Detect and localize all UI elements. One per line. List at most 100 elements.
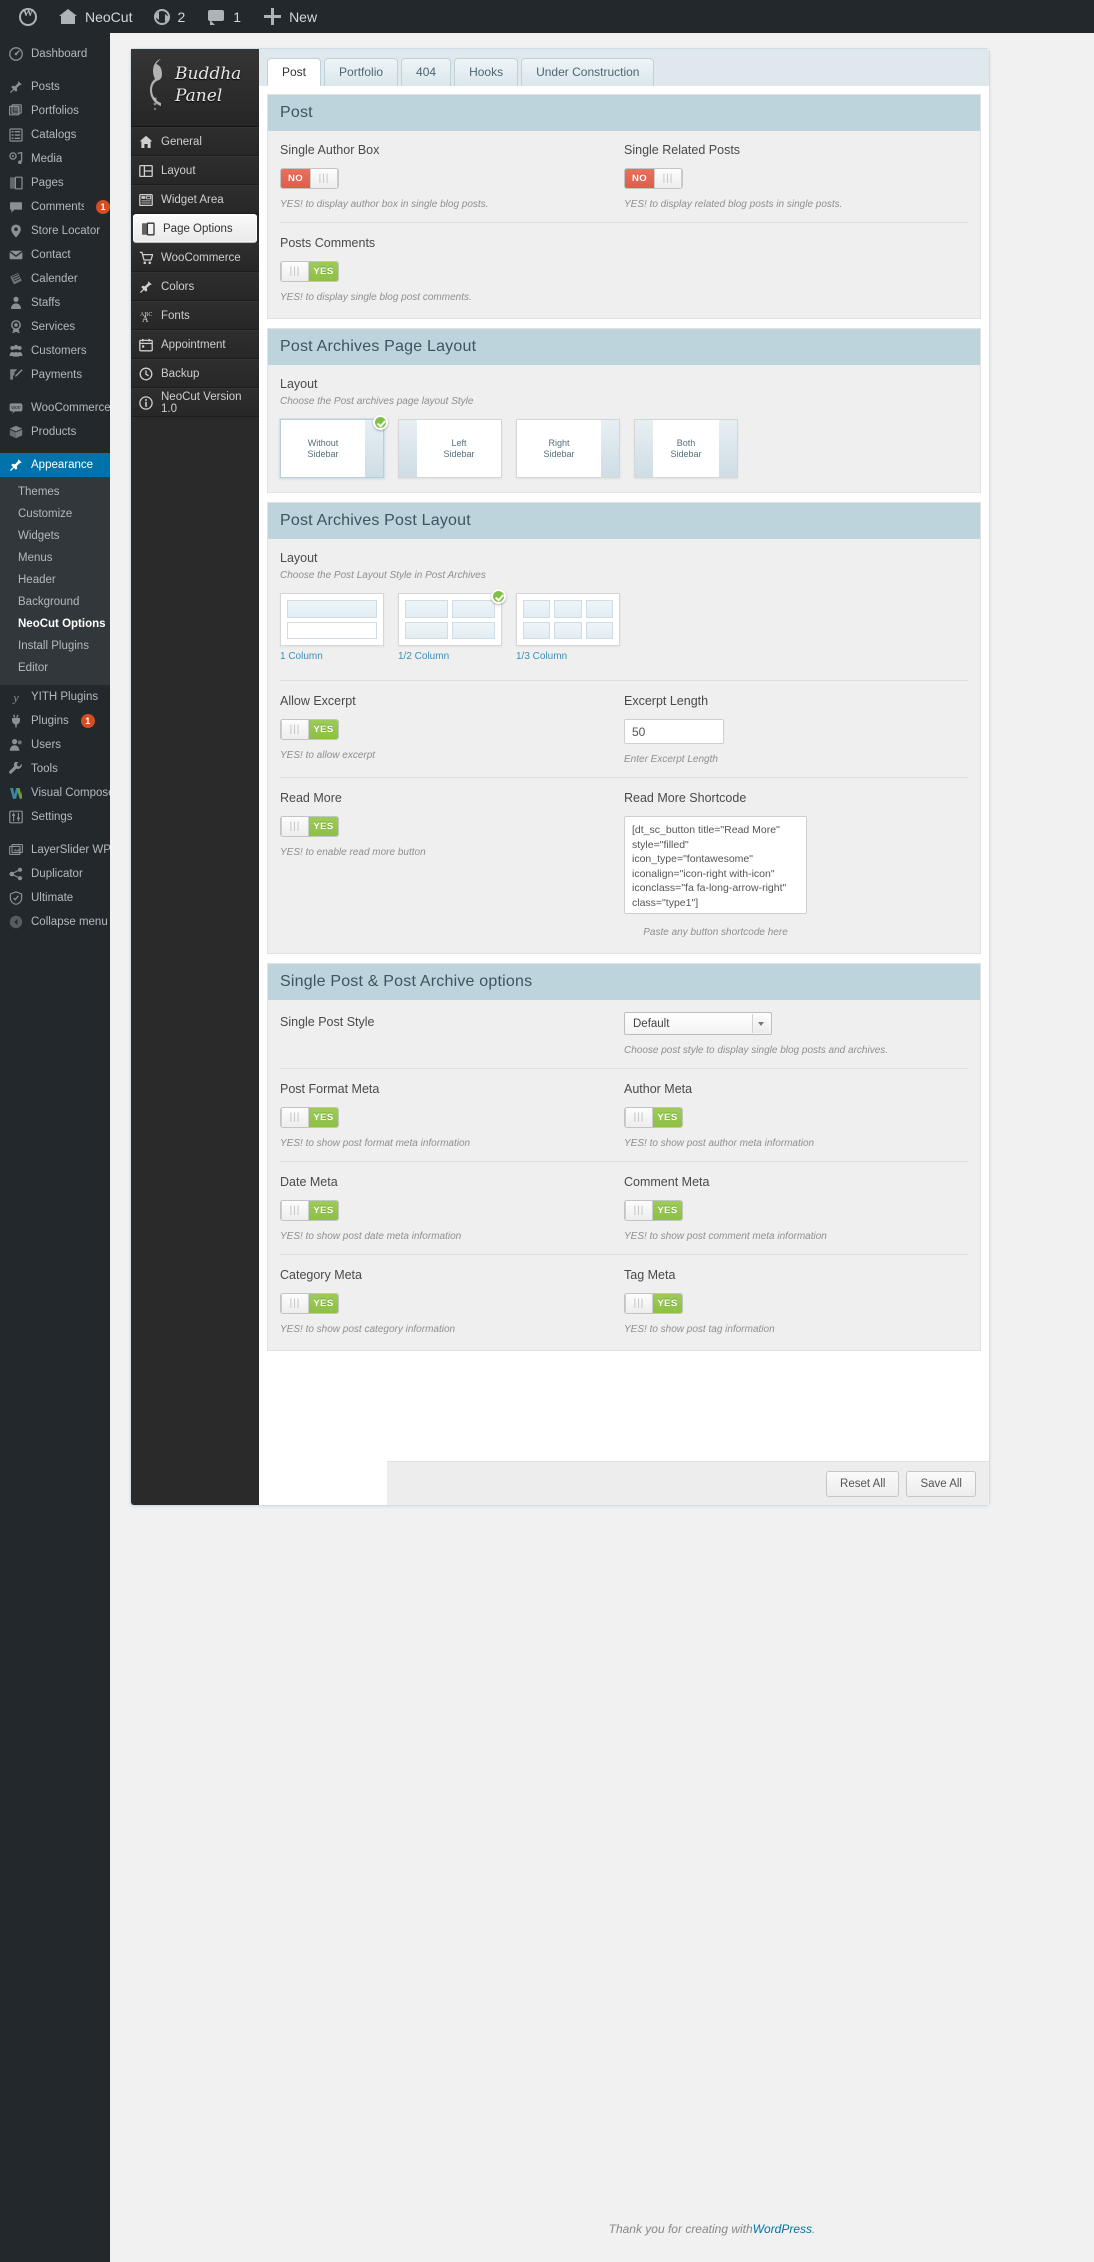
- post-column-option-caption[interactable]: 1 Column: [280, 651, 384, 662]
- tab-404[interactable]: 404: [401, 58, 452, 86]
- field-single-author-box: Single Author Box NO ||| YES! to display…: [280, 143, 624, 211]
- tag-meta-toggle[interactable]: ||| YES: [624, 1293, 683, 1314]
- sidebar-item-payments[interactable]: Payments: [0, 363, 110, 387]
- panel-nav-widget-area[interactable]: Widget Area: [131, 185, 259, 214]
- submenu-item-widgets[interactable]: Widgets: [0, 525, 110, 547]
- adminbar-updates[interactable]: 2: [143, 0, 196, 33]
- admin-menu-top-group: Dashboard Posts Portfolios Catalogs Media Pag…: [0, 42, 110, 444]
- panel-nav-appointment[interactable]: Appointment: [131, 330, 259, 359]
- excerpt-length-input[interactable]: [624, 719, 724, 744]
- submenu-item-editor[interactable]: Editor: [0, 657, 110, 679]
- save-all-button[interactable]: Save All: [906, 1470, 976, 1497]
- toggle-handle[interactable]: |||: [310, 169, 338, 188]
- single-author-box-desc: YES! to display author box in single blo…: [280, 199, 489, 210]
- panel-nav-backup[interactable]: Backup: [131, 359, 259, 388]
- adminbar-comments[interactable]: 1: [196, 0, 252, 33]
- read-more-shortcode-textarea[interactable]: [624, 816, 807, 914]
- backup-icon: [139, 367, 153, 381]
- toggle-handle[interactable]: |||: [625, 1294, 653, 1313]
- sidebar-item-customers[interactable]: Customers: [0, 339, 110, 363]
- single-author-box-toggle[interactable]: NO |||: [280, 168, 339, 189]
- allow-excerpt-toggle[interactable]: ||| YES: [280, 719, 339, 740]
- panel-nav-page-options[interactable]: Page Options: [133, 214, 257, 243]
- submenu-item-customize[interactable]: Customize: [0, 503, 110, 525]
- toggle-handle[interactable]: |||: [281, 1294, 309, 1313]
- panel-nav-colors[interactable]: Colors: [131, 272, 259, 301]
- sidebar-item-ultimate[interactable]: Ultimate: [0, 886, 110, 910]
- sidebar-item-comments[interactable]: Comments 1: [0, 195, 110, 219]
- panel-nav-neocut-version-1-0[interactable]: NeoCut Version 1.0: [131, 388, 259, 417]
- sidebar-item-plugins[interactable]: Plugins 1: [0, 709, 110, 733]
- tab-post[interactable]: Post: [267, 58, 322, 87]
- tab-portfolio[interactable]: Portfolio: [324, 58, 399, 86]
- toggle-handle[interactable]: |||: [625, 1108, 653, 1127]
- reset-all-button[interactable]: Reset All: [826, 1470, 900, 1497]
- category-meta-toggle[interactable]: ||| YES: [280, 1293, 339, 1314]
- sidebar-item-visual-composer[interactable]: Visual Composer: [0, 781, 110, 805]
- submenu-item-themes[interactable]: Themes: [0, 481, 110, 503]
- toggle-handle[interactable]: |||: [281, 1108, 309, 1127]
- submenu-item-menus[interactable]: Menus: [0, 547, 110, 569]
- toggle-handle[interactable]: |||: [625, 1201, 653, 1220]
- single-related-posts-toggle[interactable]: NO |||: [624, 168, 683, 189]
- tab-hooks[interactable]: Hooks: [454, 58, 519, 86]
- toggle-handle[interactable]: |||: [654, 169, 682, 188]
- sidebar-item-tools[interactable]: Tools: [0, 757, 110, 781]
- adminbar-new-content[interactable]: New: [252, 0, 328, 33]
- submenu-item-header[interactable]: Header: [0, 569, 110, 591]
- sidebar-item-posts[interactable]: Posts: [0, 75, 110, 99]
- toggle-handle[interactable]: |||: [281, 1201, 309, 1220]
- single-post-style-select[interactable]: Default: [624, 1012, 772, 1035]
- sidebar-item-yith-plugins[interactable]: y YITH Plugins: [0, 685, 110, 709]
- adminbar-site-name[interactable]: NeoCut: [48, 0, 143, 33]
- panel-nav-fonts[interactable]: ABC A Fonts: [131, 301, 259, 330]
- sidebar-item-store-locator[interactable]: Store Locator: [0, 219, 110, 243]
- media-icon: [9, 152, 23, 166]
- submenu-item-neocut-options[interactable]: NeoCut Options: [0, 613, 110, 635]
- date-meta-toggle[interactable]: ||| YES: [280, 1200, 339, 1221]
- posts-comments-toggle[interactable]: ||| YES: [280, 261, 339, 282]
- sidebar-item-layerslider-wp[interactable]: LayerSlider WP: [0, 838, 110, 862]
- page-layout-option-both-sidebar[interactable]: Both Sidebar: [634, 419, 738, 478]
- sidebar-item-pages[interactable]: Pages: [0, 171, 110, 195]
- read-more-toggle[interactable]: ||| YES: [280, 816, 339, 837]
- post-column-option-2[interactable]: [398, 589, 506, 646]
- page-layout-option-right-sidebar[interactable]: Right Sidebar: [516, 419, 620, 478]
- sidebar-item-users[interactable]: Users: [0, 733, 110, 757]
- sidebar-item-woocommerce[interactable]: woo WooCommerce: [0, 396, 110, 420]
- panel-nav-woocommerce[interactable]: WooCommerce: [131, 243, 259, 272]
- sidebar-item-portfolios[interactable]: Portfolios: [0, 99, 110, 123]
- sidebar-item-appearance[interactable]: Appearance: [0, 453, 110, 477]
- sidebar-item-staffs[interactable]: Staffs: [0, 291, 110, 315]
- submenu-item-background[interactable]: Background: [0, 591, 110, 613]
- sidebar-item-media[interactable]: Media: [0, 147, 110, 171]
- wordpress-link[interactable]: WordPress: [753, 2222, 812, 2236]
- sidebar-item-duplicator[interactable]: Duplicator: [0, 862, 110, 886]
- sidebar-item-products[interactable]: Products: [0, 420, 110, 444]
- panel-nav-layout[interactable]: Layout: [131, 156, 259, 185]
- page-layout-option-without-sidebar[interactable]: Without Sidebar: [280, 415, 388, 478]
- page-layout-option-left-sidebar[interactable]: Left Sidebar: [398, 419, 502, 478]
- post-column-option-caption[interactable]: 1/2 Column: [398, 651, 502, 662]
- comment-meta-toggle[interactable]: ||| YES: [624, 1200, 683, 1221]
- post-column-option-3[interactable]: [516, 593, 620, 646]
- sidebar-item-calender[interactable]: Calender: [0, 267, 110, 291]
- sidebar-item-catalogs[interactable]: Catalogs: [0, 123, 110, 147]
- toggle-handle[interactable]: |||: [281, 817, 309, 836]
- submenu-item-install-plugins[interactable]: Install Plugins: [0, 635, 110, 657]
- post-format-meta-toggle[interactable]: ||| YES: [280, 1107, 339, 1128]
- sidebar-item-contact[interactable]: Contact: [0, 243, 110, 267]
- post-column-option-1[interactable]: [280, 593, 384, 646]
- sidebar-item-settings[interactable]: Settings: [0, 805, 110, 829]
- panel-nav-general[interactable]: General: [131, 127, 259, 156]
- post-column-option-caption[interactable]: 1/3 Column: [516, 651, 620, 662]
- tab-under-construction[interactable]: Under Construction: [521, 58, 655, 86]
- sidebar-item-dashboard[interactable]: Dashboard: [0, 42, 110, 66]
- sidebar-item-services[interactable]: Services: [0, 315, 110, 339]
- adminbar-wordpress-logo[interactable]: [8, 0, 48, 33]
- chevron-down-icon[interactable]: [752, 1014, 769, 1033]
- author-meta-toggle[interactable]: ||| YES: [624, 1107, 683, 1128]
- toggle-handle[interactable]: |||: [281, 262, 309, 281]
- sidebar-item-collapse-menu[interactable]: Collapse menu: [0, 910, 110, 934]
- toggle-handle[interactable]: |||: [281, 720, 309, 739]
